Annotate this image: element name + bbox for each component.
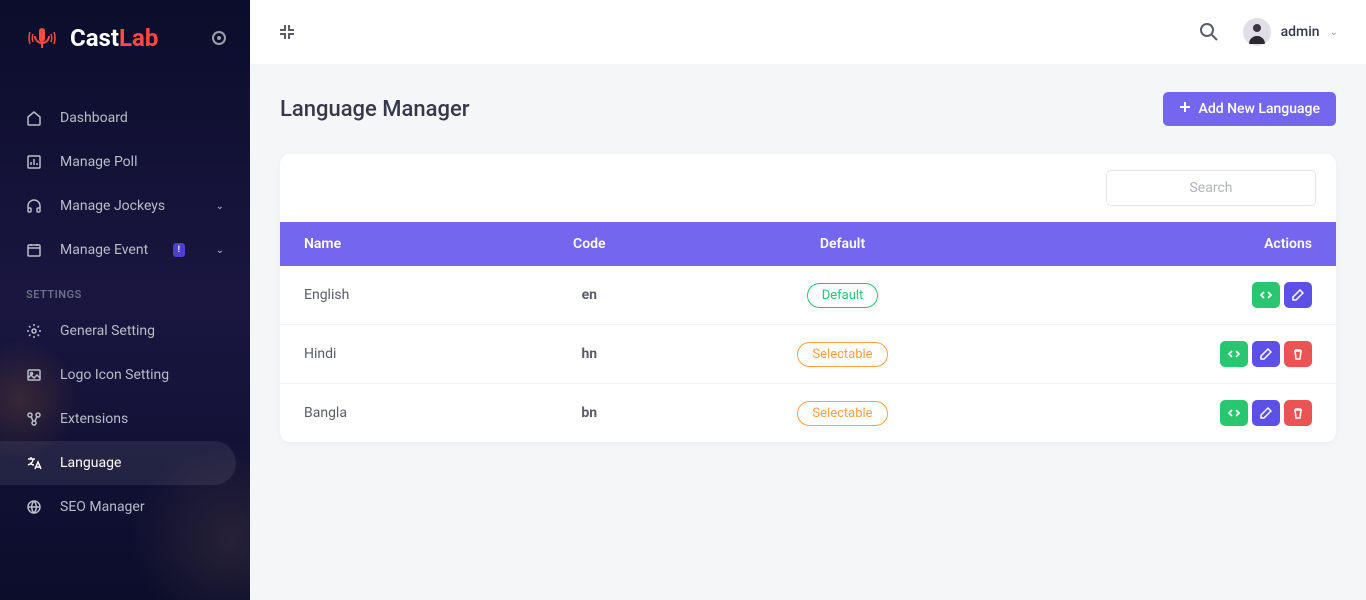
cell-default: Selectable — [683, 384, 1003, 443]
status-badge: Selectable — [797, 342, 887, 367]
translate-icon — [26, 455, 42, 471]
code-button[interactable] — [1252, 282, 1280, 308]
poll-icon — [26, 154, 42, 170]
code-icon — [1260, 289, 1272, 301]
sidebar-item-manage-jockeys[interactable]: Manage Jockeys ⌄ — [0, 184, 250, 228]
search-input[interactable] — [1106, 170, 1316, 206]
globe-icon — [26, 499, 42, 515]
user-menu[interactable]: admin ⌄ — [1243, 18, 1338, 46]
nodes-icon — [26, 411, 42, 427]
plus-icon — [1179, 101, 1191, 117]
delete-button[interactable] — [1284, 400, 1312, 426]
card: Name Code Default Actions EnglishenDefau… — [280, 154, 1336, 442]
nav: Dashboard Manage Poll Manage Jockeys ⌄ M… — [0, 76, 250, 549]
add-button-label: Add New Language — [1199, 101, 1320, 117]
th-code: Code — [496, 222, 682, 266]
content: Language Manager Add New Language Name C… — [250, 64, 1366, 470]
cell-default: Selectable — [683, 325, 1003, 384]
sidebar-item-label: General Setting — [60, 323, 155, 339]
page-title: Language Manager — [280, 97, 470, 122]
sidebar-item-manage-event[interactable]: Manage Event ! ⌄ — [0, 228, 250, 272]
circle-icon[interactable] — [212, 31, 226, 45]
headphones-icon — [26, 198, 42, 214]
cell-name: Bangla — [280, 384, 496, 443]
cell-actions — [1002, 266, 1336, 325]
logo[interactable]: CastLab — [0, 0, 250, 76]
th-default: Default — [683, 222, 1003, 266]
status-badge: Selectable — [797, 401, 887, 426]
search-icon[interactable] — [1199, 22, 1219, 42]
th-actions: Actions — [1002, 222, 1336, 266]
sidebar-item-manage-poll[interactable]: Manage Poll — [0, 140, 250, 184]
sidebar-item-seo-manager[interactable]: SEO Manager — [0, 485, 250, 529]
edit-button[interactable] — [1252, 341, 1280, 367]
sidebar-item-label: Language — [60, 455, 121, 471]
page-header: Language Manager Add New Language — [280, 92, 1336, 126]
cell-code: en — [496, 266, 682, 325]
main: admin ⌄ Language Manager Add New Languag… — [250, 0, 1366, 600]
cell-code: hn — [496, 325, 682, 384]
table-row: Englishen Default — [280, 266, 1336, 325]
avatar — [1243, 18, 1271, 46]
logo-icon — [24, 20, 60, 56]
sidebar-item-label: SEO Manager — [60, 499, 145, 515]
image-icon — [26, 367, 42, 383]
nav-badge: ! — [173, 243, 185, 257]
chevron-down-icon: ⌄ — [216, 201, 224, 212]
table-row: Hindihn Selectable — [280, 325, 1336, 384]
edit-button[interactable] — [1284, 282, 1312, 308]
cell-default: Default — [683, 266, 1003, 325]
nav-section-settings: SETTINGS — [0, 272, 250, 309]
sidebar-item-general-setting[interactable]: General Setting — [0, 309, 250, 353]
sidebar-item-language[interactable]: Language — [0, 441, 236, 485]
gear-icon — [26, 323, 42, 339]
language-table: Name Code Default Actions EnglishenDefau… — [280, 222, 1336, 442]
delete-button[interactable] — [1284, 341, 1312, 367]
sidebar-item-logo-icon-setting[interactable]: Logo Icon Setting — [0, 353, 250, 397]
status-badge: Default — [807, 283, 879, 308]
sidebar-item-label: Manage Jockeys — [60, 198, 165, 214]
sidebar: CastLab Dashboard Manage Poll Manage Joc… — [0, 0, 250, 600]
calendar-icon — [26, 242, 42, 258]
code-icon — [1228, 348, 1240, 360]
code-button[interactable] — [1220, 341, 1248, 367]
sidebar-item-label: Manage Poll — [60, 154, 137, 170]
add-new-language-button[interactable]: Add New Language — [1163, 92, 1336, 126]
cell-actions — [1002, 384, 1336, 443]
th-name: Name — [280, 222, 496, 266]
username: admin — [1281, 24, 1320, 40]
cell-actions — [1002, 325, 1336, 384]
collapse-icon[interactable] — [278, 23, 296, 41]
sidebar-item-label: Dashboard — [60, 110, 128, 126]
cell-code: bn — [496, 384, 682, 443]
sidebar-item-label: Logo Icon Setting — [60, 367, 169, 383]
chevron-down-icon: ⌄ — [1330, 27, 1338, 38]
header: admin ⌄ — [250, 0, 1366, 64]
logo-text: CastLab — [70, 24, 158, 52]
home-icon — [26, 110, 42, 126]
code-icon — [1228, 407, 1240, 419]
cell-name: English — [280, 266, 496, 325]
sidebar-item-label: Manage Event — [60, 242, 148, 258]
cell-name: Hindi — [280, 325, 496, 384]
edit-button[interactable] — [1252, 400, 1280, 426]
code-button[interactable] — [1220, 400, 1248, 426]
sidebar-item-dashboard[interactable]: Dashboard — [0, 96, 250, 140]
sidebar-item-label: Extensions — [60, 411, 128, 427]
table-row: Banglabn Selectable — [280, 384, 1336, 443]
sidebar-item-extensions[interactable]: Extensions — [0, 397, 250, 441]
chevron-down-icon: ⌄ — [216, 245, 224, 256]
